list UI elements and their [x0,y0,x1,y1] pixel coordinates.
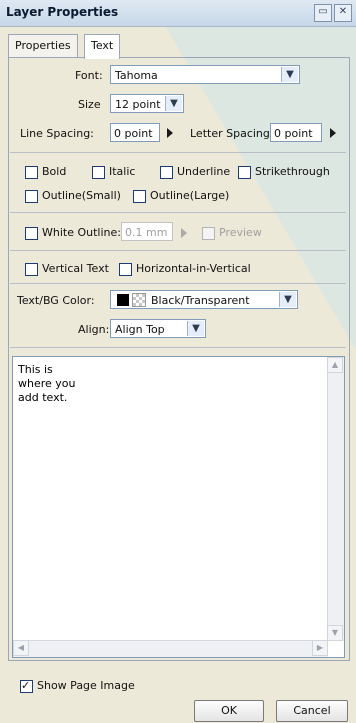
chevron-down-icon[interactable]: ▼ [187,321,204,336]
transparent-swatch-icon [132,293,146,307]
text-bg-color-select[interactable]: Black/Transparent ▼ [110,290,298,309]
preview-label: Preview [219,226,262,239]
underline-checkbox[interactable] [160,166,173,179]
align-label: Align: [78,323,110,336]
size-select[interactable]: 12 point ▼ [110,94,184,113]
chevron-down-icon[interactable]: ▼ [165,96,182,111]
align-select-value: Align Top [115,323,165,336]
chevron-down-icon[interactable]: ▼ [281,67,298,82]
text-entry-content[interactable]: This is where you add text. [18,363,318,405]
close-icon[interactable]: ✕ [334,4,352,22]
font-select-value: Tahoma [115,69,158,82]
line-spacing-input[interactable]: 0 point [110,123,160,142]
align-select[interactable]: Align Top ▼ [110,319,206,338]
outline-large-checkbox[interactable] [133,190,146,203]
preview-checkbox[interactable] [202,227,215,240]
window-title: Layer Properties [6,5,119,19]
outline-large-label: Outline(Large) [150,189,230,202]
horizontal-scrollbar[interactable]: ◀ ▶ [13,640,328,657]
outline-small-checkbox[interactable] [25,190,38,203]
divider [10,250,346,251]
font-select[interactable]: Tahoma ▼ [110,65,300,84]
text-entry-area[interactable]: This is where you add text. ▲ ▼ ◀ ▶ [12,356,345,658]
ok-button[interactable]: OK [194,700,264,722]
white-outline-label: White Outline: [42,226,121,239]
text-bg-color-label: Text/BG Color: [17,294,95,307]
letter-spacing-label: Letter Spacing: [190,127,274,140]
scroll-down-icon[interactable]: ▼ [327,625,343,641]
horizontal-in-vertical-checkbox[interactable] [119,263,132,276]
white-outline-input[interactable]: 0.1 mm [121,222,173,241]
size-select-value: 12 point [115,98,161,111]
show-page-image-label: Show Page Image [37,679,135,692]
bold-label: Bold [42,165,67,178]
scroll-right-icon[interactable]: ▶ [312,640,328,656]
font-label: Font: [75,69,103,82]
italic-label: Italic [109,165,136,178]
divider [10,212,346,213]
vertical-scrollbar[interactable]: ▲ ▼ [327,357,344,641]
underline-label: Underline [177,165,231,178]
tab-properties[interactable]: Properties [8,34,78,57]
divider [10,283,346,284]
letter-spacing-input[interactable]: 0 point [270,123,322,142]
vertical-text-checkbox[interactable] [25,263,38,276]
scroll-up-icon[interactable]: ▲ [327,357,343,373]
white-outline-checkbox[interactable] [25,227,38,240]
divider [10,152,346,153]
triangle-right-icon[interactable] [330,128,336,138]
horizontal-in-vertical-label: Horizontal-in-Vertical [136,262,251,275]
outline-small-label: Outline(Small) [42,189,121,202]
black-swatch-icon [117,294,129,306]
strikethrough-checkbox[interactable] [238,166,251,179]
scroll-left-icon[interactable]: ◀ [13,640,29,656]
cancel-button[interactable]: Cancel [276,700,348,722]
triangle-right-icon[interactable] [167,128,173,138]
minimize-icon[interactable]: ▭ [314,4,332,22]
bold-checkbox[interactable] [25,166,38,179]
text-bg-color-value: Black/Transparent [151,294,250,307]
title-bar: Layer Properties ▭ ✕ [0,0,356,27]
divider [10,347,346,348]
chevron-down-icon[interactable]: ▼ [279,292,296,307]
size-label: Size [78,98,101,111]
line-spacing-label: Line Spacing: [20,127,94,140]
vertical-text-label: Vertical Text [42,262,109,275]
strikethrough-label: Strikethrough [255,165,330,178]
italic-checkbox[interactable] [92,166,105,179]
triangle-right-icon [181,228,187,238]
show-page-image-checkbox[interactable] [20,679,33,693]
tab-text[interactable]: Text [84,34,121,59]
layer-properties-window: Layer Properties ▭ ✕ Properties Text Fon… [0,0,356,723]
